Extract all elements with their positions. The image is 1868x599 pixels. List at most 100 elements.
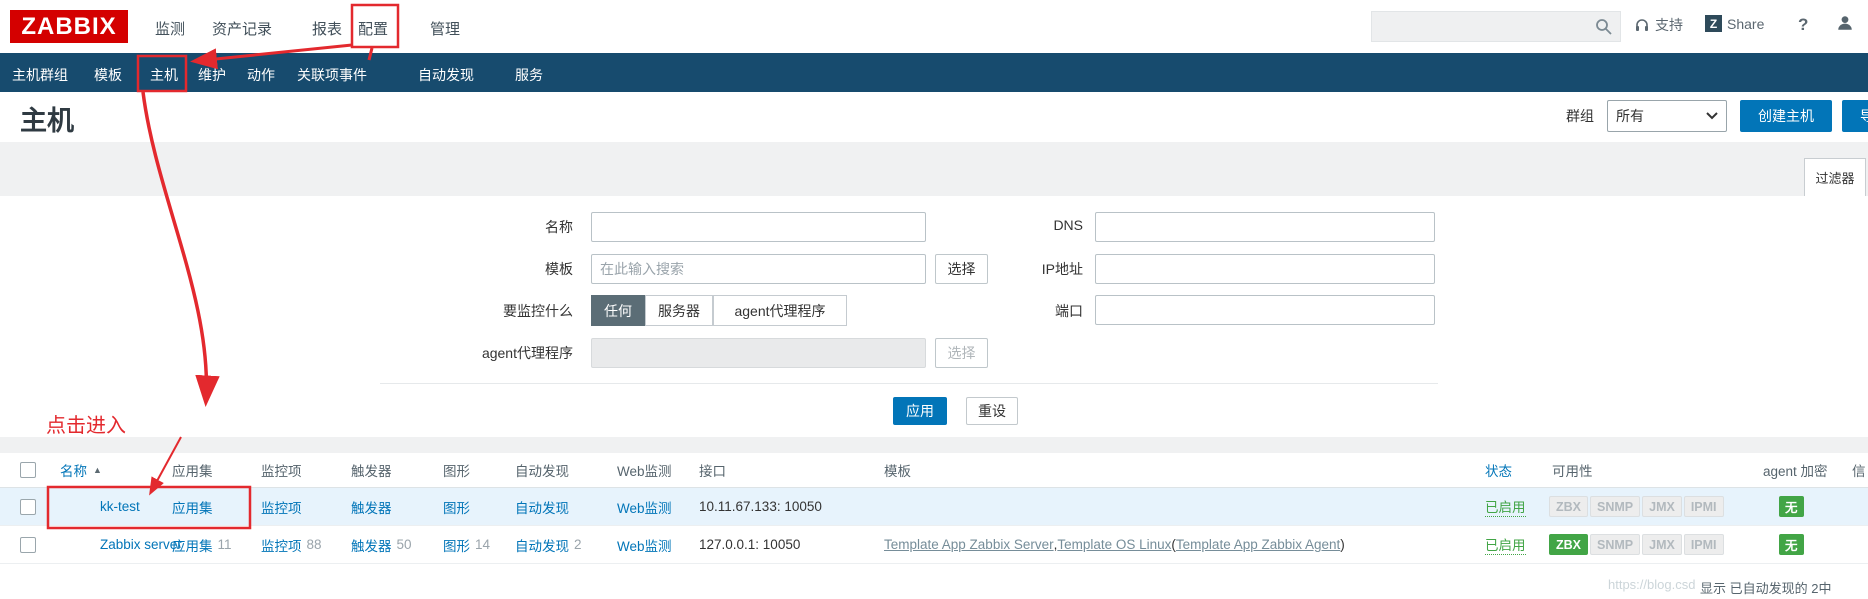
nav-discovery[interactable]: 自动发现 [418, 65, 474, 85]
items-link[interactable]: 监控项 [261, 535, 302, 555]
host-link[interactable]: Zabbix server [100, 526, 182, 563]
discovery-link[interactable]: 自动发现 [515, 535, 569, 555]
jmx-badge: JMX [1642, 496, 1682, 517]
graphs-count: 14 [475, 537, 490, 552]
share-link[interactable]: Z Share [1705, 15, 1764, 32]
triggers-link[interactable]: 触发器 [351, 497, 392, 517]
template-link[interactable]: Template App Zabbix Agent [1176, 537, 1340, 552]
user-profile-icon[interactable] [1836, 14, 1854, 32]
import-button[interactable]: 导入 [1842, 100, 1868, 132]
row-checkbox[interactable] [20, 499, 36, 515]
zabbix-share-icon: Z [1705, 15, 1722, 32]
nav-services[interactable]: 服务 [515, 65, 543, 85]
template-link[interactable]: Template OS Linux [1057, 537, 1171, 552]
search-input[interactable] [1372, 12, 1595, 41]
status-badge[interactable]: 已启用 [1485, 496, 1526, 517]
blog-watermark: https://blog.csd [1608, 577, 1695, 592]
row-count-summary: 显示 已自动发现的 2中 [1700, 578, 1831, 597]
menu-configuration[interactable]: 配置 [358, 18, 388, 39]
encryption-badge: 无 [1779, 534, 1804, 555]
applications-link[interactable]: 应用集 [172, 535, 213, 555]
nav-hosts[interactable]: 主机 [150, 65, 178, 85]
nav-host-groups[interactable]: 主机群组 [12, 65, 68, 85]
graphs-link[interactable]: 图形 [443, 497, 470, 517]
annotation-click-hint: 点击进入 [46, 409, 126, 438]
search-icon[interactable] [1595, 18, 1620, 35]
filter-divider [380, 383, 1438, 384]
monitored-by-any[interactable]: 任何 [591, 295, 645, 326]
apply-button[interactable]: 应用 [893, 397, 947, 425]
filter-template-input[interactable] [591, 254, 926, 284]
availability-badges: ZBX SNMP JMX IPMI [1549, 526, 1724, 563]
col-web: Web监测 [617, 453, 672, 487]
reset-button[interactable]: 重设 [966, 397, 1018, 425]
zbx-badge: ZBX [1549, 496, 1588, 517]
global-search[interactable] [1371, 11, 1621, 42]
group-filter-select[interactable]: 所有 [1607, 100, 1727, 132]
filter-template-label: 模板 [545, 259, 573, 279]
page-title: 主机 [20, 99, 74, 138]
monitored-by-server[interactable]: 服务器 [645, 295, 713, 326]
support-label: 支持 [1655, 15, 1683, 35]
availability-badges: ZBX SNMP JMX IPMI [1549, 488, 1724, 525]
dns-input[interactable] [1095, 212, 1435, 242]
col-items: 监控项 [261, 453, 302, 487]
menu-inventory[interactable]: 资产记录 [212, 18, 272, 39]
template-select-button[interactable]: 选择 [935, 254, 988, 284]
proxy-label: agent代理程序 [482, 343, 573, 363]
host-link[interactable]: kk-test [100, 488, 140, 525]
create-host-button[interactable]: 创建主机 [1740, 100, 1832, 132]
triggers-link[interactable]: 触发器 [351, 535, 392, 555]
col-name[interactable]: 名称 ▲ [60, 453, 102, 487]
hosts-table: 名称 ▲ 应用集 监控项 触发器 图形 自动发现 Web监测 接口 模板 状态 … [0, 453, 1868, 599]
encryption-badge: 无 [1779, 496, 1804, 517]
web-link[interactable]: Web监测 [617, 497, 672, 517]
triggers-count: 50 [397, 537, 412, 552]
group-filter-value: 所有 [1616, 106, 1644, 126]
nav-maintenance[interactable]: 维护 [198, 65, 226, 85]
help-icon[interactable]: ? [1798, 15, 1808, 35]
applications-link[interactable]: 应用集 [172, 497, 213, 517]
dns-label: DNS [1053, 217, 1083, 233]
items-count: 88 [307, 537, 322, 552]
select-all-checkbox[interactable] [20, 462, 36, 478]
title-bar: 主机 群组 所有 创建主机 导入 [0, 92, 1868, 142]
web-link[interactable]: Web监测 [617, 535, 672, 555]
jmx-badge: JMX [1642, 534, 1682, 555]
monitored-by-proxy[interactable]: agent代理程序 [713, 295, 847, 326]
filter-panel: 名称 模板 选择 要监控什么 任何 服务器 agent代理程序 agent代理程… [0, 196, 1868, 437]
col-status[interactable]: 状态 [1485, 453, 1512, 487]
status-badge[interactable]: 已启用 [1485, 534, 1526, 555]
menu-reports[interactable]: 报表 [312, 18, 342, 39]
zabbix-logo[interactable]: ZABBIX [10, 10, 128, 43]
group-filter-label: 群组 [1566, 106, 1594, 126]
port-input[interactable] [1095, 295, 1435, 325]
menu-monitoring[interactable]: 监测 [155, 18, 185, 39]
snmp-badge: SNMP [1590, 496, 1640, 517]
col-interface: 接口 [699, 453, 726, 487]
snmp-badge: SNMP [1590, 534, 1640, 555]
ip-label: IP地址 [1042, 259, 1083, 279]
nav-event-correlation[interactable]: 关联项事件 [297, 65, 367, 85]
config-sub-nav: 主机群组 模板 主机 维护 动作 关联项事件 自动发现 服务 [0, 53, 1868, 92]
applications-count: 11 [218, 537, 232, 552]
filter-tab[interactable]: 过滤器 [1804, 158, 1866, 196]
template-link[interactable]: Template App Zabbix Server [884, 537, 1054, 552]
page-band [0, 142, 1868, 196]
row-checkbox[interactable] [20, 537, 36, 553]
support-link[interactable]: 支持 [1634, 15, 1683, 35]
table-header-row: 名称 ▲ 应用集 监控项 触发器 图形 自动发现 Web监测 接口 模板 状态 … [0, 453, 1868, 488]
monitored-by-label: 要监控什么 [503, 301, 573, 321]
nav-actions[interactable]: 动作 [247, 65, 275, 85]
nav-templates[interactable]: 模板 [94, 65, 122, 85]
headset-icon [1634, 17, 1650, 33]
col-applications: 应用集 [172, 453, 213, 487]
items-link[interactable]: 监控项 [261, 497, 302, 517]
menu-administration[interactable]: 管理 [430, 18, 460, 39]
filter-name-input[interactable] [591, 212, 926, 242]
graphs-link[interactable]: 图形 [443, 535, 470, 555]
discovery-link[interactable]: 自动发现 [515, 497, 569, 517]
sort-asc-icon: ▲ [93, 465, 102, 475]
share-label: Share [1727, 16, 1764, 32]
ip-input[interactable] [1095, 254, 1435, 284]
